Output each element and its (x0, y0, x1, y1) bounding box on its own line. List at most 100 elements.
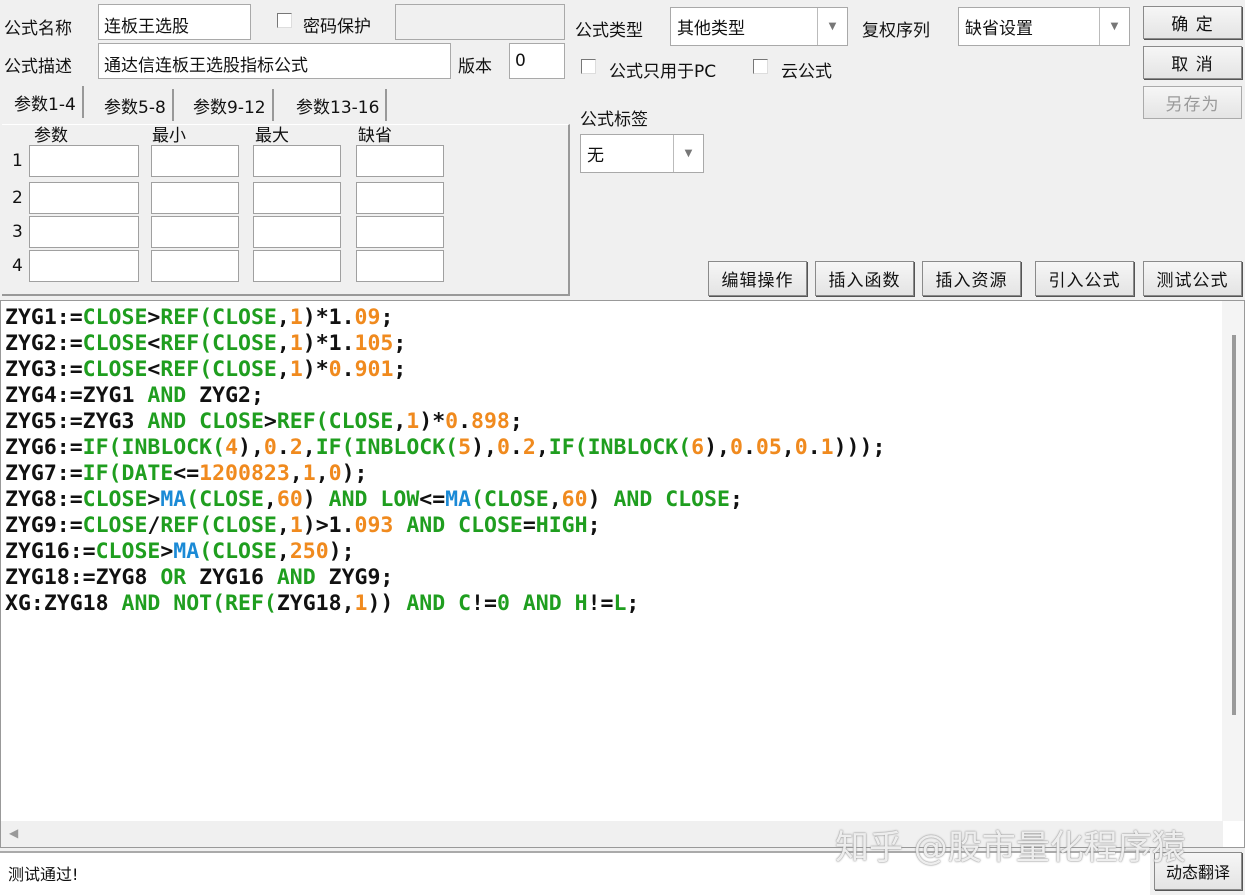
param-header-name: 参数 (34, 126, 68, 146)
code-token: ZYG8:= (5, 487, 83, 512)
cloud-checkbox[interactable] (753, 59, 768, 74)
scroll-left-icon[interactable]: ◀ (9, 826, 18, 840)
cancel-button[interactable]: 取 消 (1143, 46, 1242, 79)
cloud-label: 云公式 (781, 62, 832, 82)
param-cell-name[interactable] (29, 145, 139, 177)
password-checkbox[interactable] (277, 13, 292, 28)
code-token: AND (276, 565, 316, 590)
code-token: ZYG6:= (5, 435, 83, 460)
import-formula-button[interactable]: 引入公式 (1035, 261, 1134, 296)
code-token: , (289, 461, 303, 486)
chevron-down-icon[interactable]: ▼ (817, 8, 847, 45)
code-token: AND CLOSE (147, 409, 264, 434)
param-cell-name[interactable] (29, 250, 139, 282)
pc-only-label: 公式只用于PC (609, 62, 717, 82)
code-token: AND LOW (328, 487, 420, 512)
code-token: / (147, 513, 161, 538)
param-cell-min[interactable] (151, 216, 239, 248)
param-cell-min[interactable] (151, 250, 239, 282)
code-token: 2 (522, 435, 536, 460)
code-token: 1 (406, 409, 420, 434)
insert-function-button[interactable]: 插入函数 (815, 261, 914, 296)
code-token: 4 (225, 435, 239, 460)
vertical-scrollbar[interactable] (1222, 301, 1244, 821)
code-token: 6 (691, 435, 705, 460)
param-cell-default[interactable] (356, 145, 444, 177)
code-token: REF(CLOSE (160, 305, 277, 330)
insert-resource-button[interactable]: 插入资源 (922, 261, 1021, 296)
formula-type-value: 其他类型 (677, 19, 745, 39)
param-cell-max[interactable] (253, 216, 341, 248)
ok-button[interactable]: 确 定 (1143, 6, 1242, 39)
pc-only-checkbox[interactable] (581, 59, 596, 74)
chevron-down-icon[interactable]: ▼ (673, 135, 703, 172)
param-cell-max[interactable] (253, 250, 341, 282)
code-token: ; (587, 513, 601, 538)
code-token: (CLOSE (199, 539, 277, 564)
code-token: (CLOSE (471, 487, 549, 512)
formula-name-input[interactable]: 连板王选股 (98, 4, 251, 40)
param-cell-min[interactable] (151, 182, 239, 214)
scrollbar-thumb[interactable] (1232, 335, 1236, 715)
formula-desc-input[interactable]: 通达信连板王选股指标公式 (98, 43, 451, 79)
param-cell-name[interactable] (29, 216, 139, 248)
code-line: ZYG5:=ZYG3 AND CLOSE>REF(CLOSE,1)*0.898; (5, 409, 885, 435)
formula-type-select[interactable]: 其他类型 ▼ (670, 7, 848, 46)
code-token: L (613, 591, 627, 616)
code-editor[interactable]: ZYG1:=CLOSE>REF(CLOSE,1)*1.09; ZYG2:=CLOS… (0, 300, 1245, 848)
tab-params-1-4[interactable]: 参数1-4 (8, 86, 84, 118)
code-token: 0 (730, 435, 743, 460)
code-token: ; (380, 305, 394, 330)
save-as-button[interactable]: 另存为 (1143, 86, 1242, 119)
code-token: CLOSE (82, 331, 148, 356)
chevron-down-icon[interactable]: ▼ (1099, 8, 1129, 45)
param-cell-name[interactable] (29, 182, 139, 214)
code-token: ZYG4:=ZYG1 (5, 383, 148, 408)
version-input[interactable]: 0 (509, 43, 565, 79)
param-cell-default[interactable] (356, 250, 444, 282)
code-token: MA (445, 487, 472, 512)
code-token: 1200823 (199, 461, 290, 486)
code-line: ZYG6:=IF(INBLOCK(4),0.2,IF(INBLOCK(5),0.… (5, 435, 885, 461)
code-token: 09 (354, 305, 381, 330)
code-token: ; (393, 331, 407, 356)
tab-params-5-8[interactable]: 参数5-8 (98, 89, 174, 121)
param-cell-default[interactable] (356, 182, 444, 214)
formula-tag-label: 公式标签 (580, 110, 648, 130)
code-line: ZYG4:=ZYG1 AND ZYG2; (5, 383, 885, 409)
code-token: , (276, 513, 290, 538)
password-input[interactable] (395, 4, 565, 40)
code-token: , (781, 435, 795, 460)
code-token: AND CLOSE (613, 487, 730, 512)
adjust-value: 缺省设置 (965, 19, 1033, 39)
param-cell-default[interactable] (356, 216, 444, 248)
adjust-select[interactable]: 缺省设置 ▼ (958, 7, 1130, 46)
code-text[interactable]: ZYG1:=CLOSE>REF(CLOSE,1)*1.09; ZYG2:=CLOS… (5, 305, 885, 617)
tab-params-9-12[interactable]: 参数9-12 (187, 89, 274, 121)
code-token: 1 (289, 305, 303, 330)
code-token: 0 (496, 435, 510, 460)
code-token: > (147, 305, 161, 330)
param-cell-min[interactable] (151, 145, 239, 177)
code-token: ZYG2; (186, 383, 264, 408)
test-formula-button[interactable]: 测试公式 (1143, 261, 1242, 296)
param-row-number: 1 (12, 151, 23, 171)
code-token: IF(DATE (82, 461, 174, 486)
formula-tag-select[interactable]: 无 ▼ (580, 134, 704, 173)
param-header-max: 最大 (255, 126, 289, 146)
code-token: CLOSE (82, 357, 148, 382)
param-cell-max[interactable] (253, 182, 341, 214)
param-cell-max[interactable] (253, 145, 341, 177)
code-token: IF(INBLOCK( (315, 435, 459, 460)
code-token: ZYG3:= (5, 357, 83, 382)
code-token: . (742, 435, 756, 460)
code-token: 0 (794, 435, 808, 460)
code-token: , (276, 357, 290, 382)
code-token: ) (587, 487, 614, 512)
code-token: 898 (471, 409, 510, 434)
code-token: < (147, 357, 161, 382)
edit-ops-button[interactable]: 编辑操作 (708, 261, 807, 296)
code-token: AND H (522, 591, 588, 616)
code-token: REF(CLOSE (160, 331, 277, 356)
tab-params-13-16[interactable]: 参数13-16 (290, 89, 388, 121)
